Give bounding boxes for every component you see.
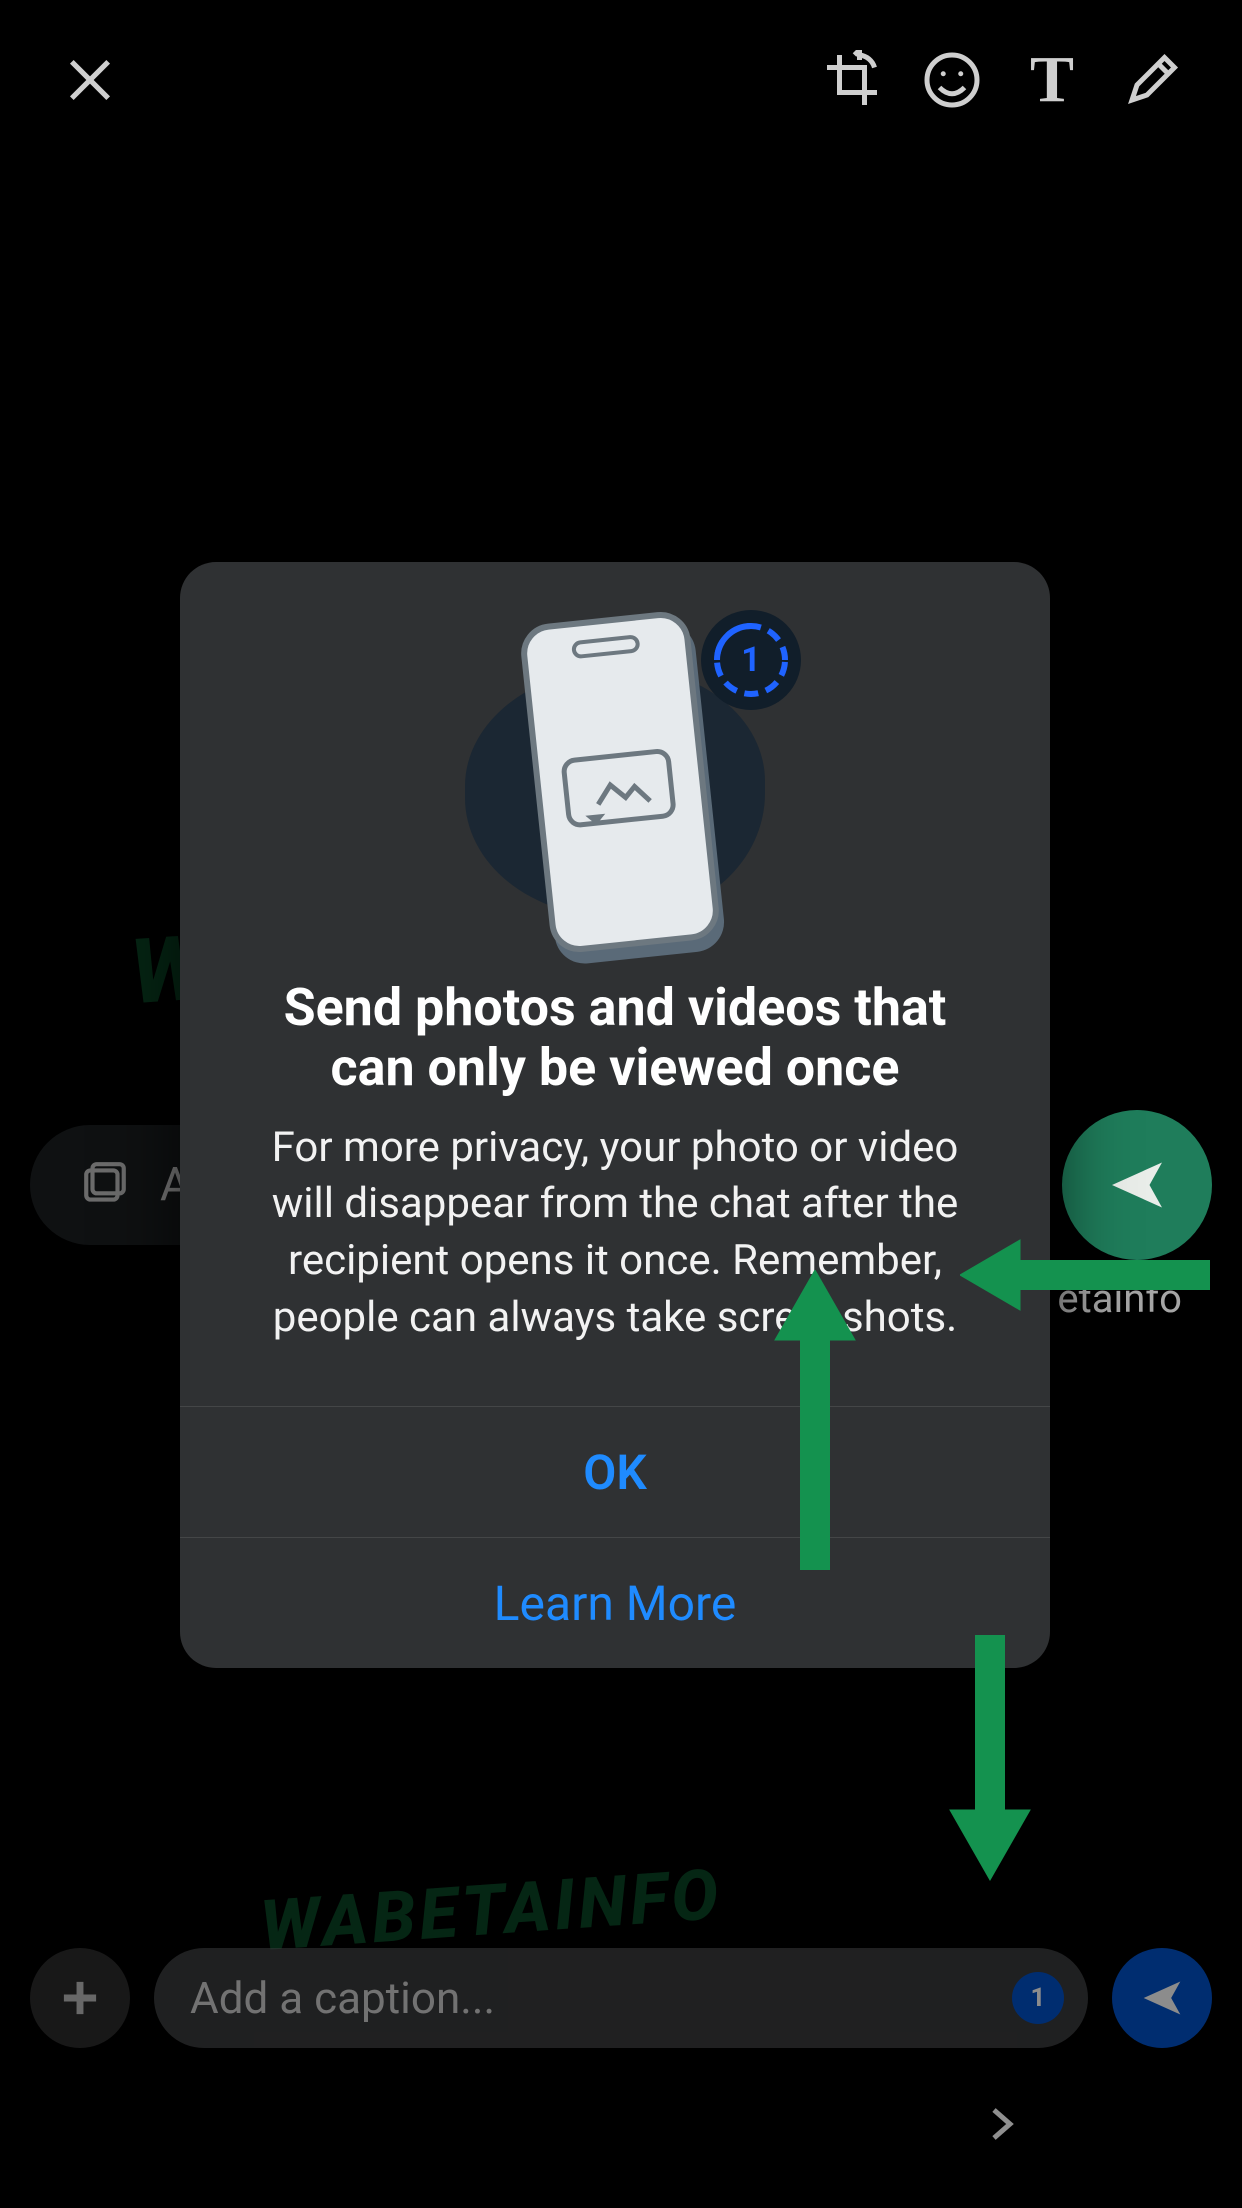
- view-once-badge-icon: 1: [701, 610, 801, 710]
- gallery-icon: [80, 1160, 130, 1210]
- svg-text:1: 1: [741, 640, 761, 680]
- text-icon: T: [1030, 42, 1074, 118]
- dialog-body: For more privacy, your photo or video wi…: [240, 1120, 990, 1347]
- image-bubble-icon: [560, 748, 677, 829]
- add-media-button[interactable]: [30, 1948, 130, 2048]
- send-icon: [1140, 1976, 1184, 2020]
- learn-more-button[interactable]: Learn More: [180, 1538, 1050, 1668]
- send-icon: [1107, 1155, 1167, 1215]
- caption-placeholder: Add a caption...: [190, 1972, 495, 2024]
- chevron-right-icon: [982, 2104, 1022, 2144]
- crop-rotate-button[interactable]: [802, 35, 902, 125]
- dialog-illustration: 1: [445, 612, 785, 952]
- dialog-content: 1 Send photos and videos that can only b…: [180, 562, 1050, 1406]
- draw-button[interactable]: [1102, 35, 1202, 125]
- view-once-dialog: 1 Send photos and videos that can only b…: [180, 562, 1050, 1668]
- send-button[interactable]: [1112, 1948, 1212, 2048]
- editor-toolbar: T: [0, 30, 1242, 130]
- caption-bar: Add a caption... 1: [0, 1948, 1242, 2048]
- annotation-arrow-left: [960, 1230, 1220, 1320]
- close-icon: [64, 54, 116, 106]
- pencil-icon: [1122, 50, 1182, 110]
- annotation-arrow-up: [760, 1270, 870, 1580]
- plus-icon: [57, 1975, 103, 2021]
- dialog-title: Send photos and videos that can only be …: [240, 978, 990, 1098]
- close-button[interactable]: [40, 35, 140, 125]
- view-once-toggle[interactable]: 1: [1012, 1972, 1064, 2024]
- emoji-button[interactable]: [902, 35, 1002, 125]
- phone-icon: [518, 609, 722, 955]
- crop-rotate-icon: [822, 50, 882, 110]
- emoji-icon: [922, 50, 982, 110]
- annotation-arrow-down: [935, 1625, 1045, 1885]
- ok-button[interactable]: OK: [180, 1407, 1050, 1537]
- expand-chevron[interactable]: [982, 2104, 1022, 2148]
- text-tool-button[interactable]: T: [1002, 35, 1102, 125]
- caption-input[interactable]: Add a caption... 1: [154, 1948, 1088, 2048]
